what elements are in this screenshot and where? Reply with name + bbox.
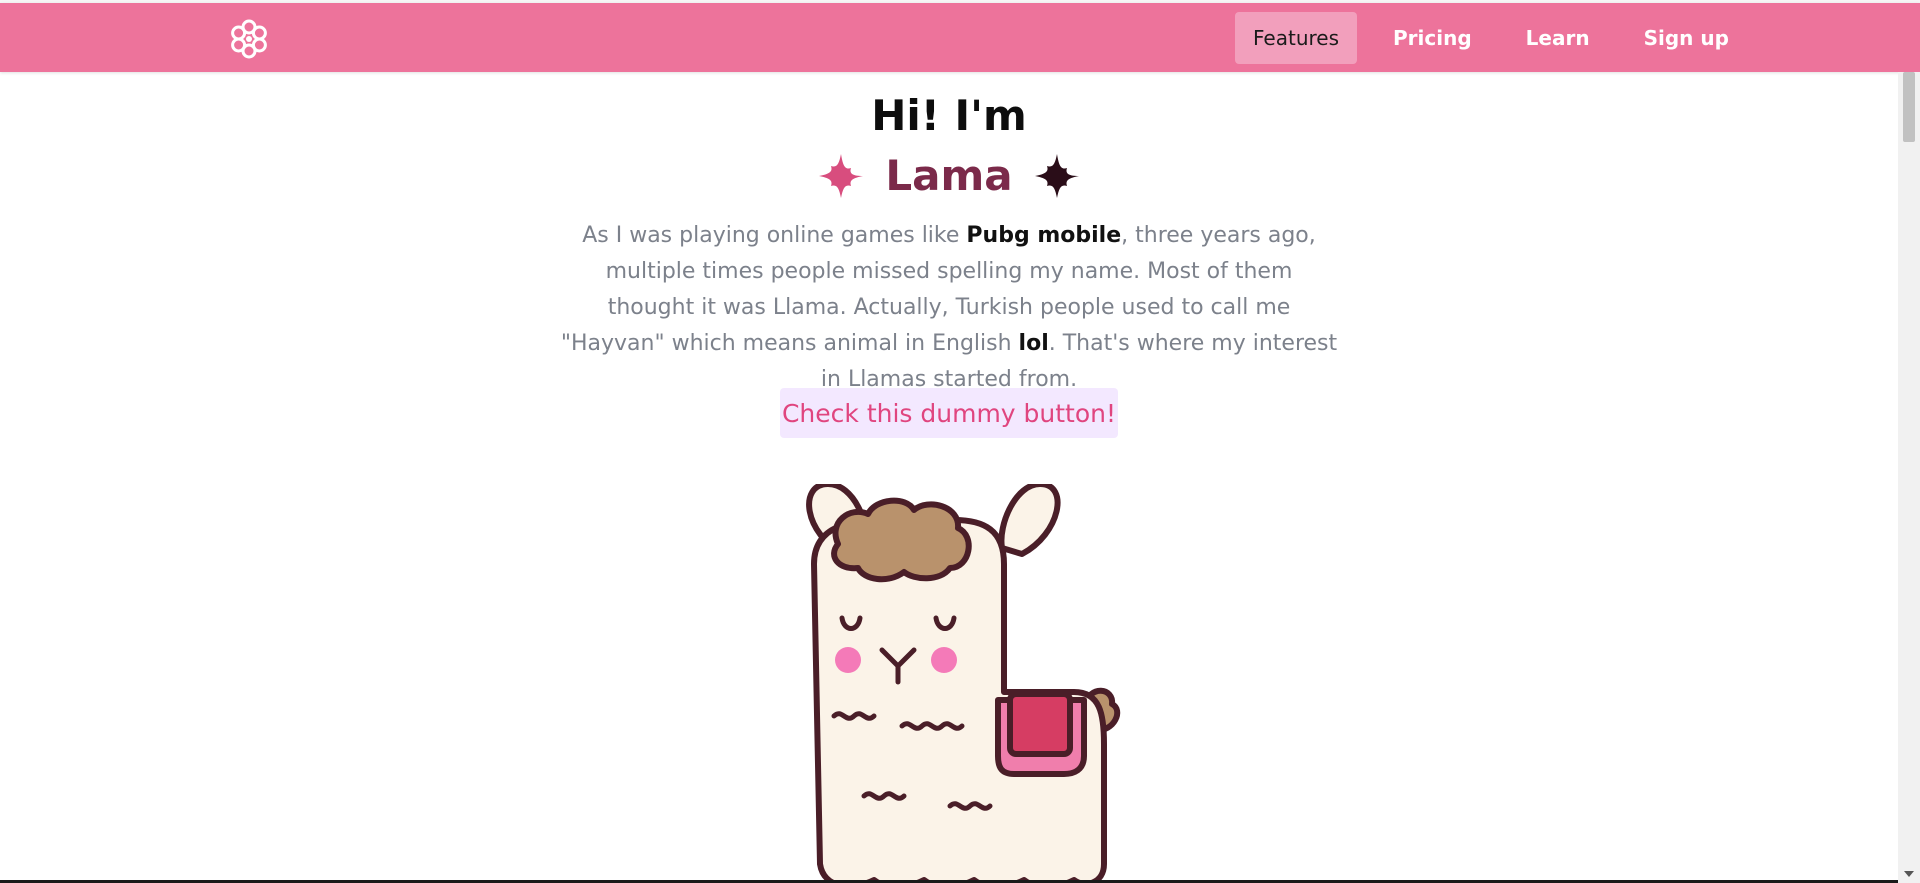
scrollbar-thumb[interactable] — [1903, 72, 1915, 142]
hero-greeting: Hi! I'm — [871, 91, 1027, 140]
sparkle-icon — [819, 154, 864, 198]
llama-illustration — [806, 484, 1121, 883]
hero-name-row: Lama — [0, 148, 1898, 204]
nav-menu: Features Pricing Learn Sign up — [1235, 12, 1765, 64]
page: Features Pricing Learn Sign up Hi! I'm L… — [0, 0, 1920, 883]
hero-name: Lama — [885, 151, 1013, 200]
nav-item-label: Learn — [1525, 26, 1590, 50]
main-content: Hi! I'm Lama As I was playing online gam… — [0, 72, 1898, 883]
flower-icon[interactable] — [228, 18, 270, 60]
dummy-button[interactable]: Check this dummy button! — [780, 388, 1118, 438]
intro-bold-text: lol — [1018, 331, 1049, 356]
nav-item-learn[interactable]: Learn — [1508, 12, 1608, 64]
nav-item-pricing[interactable]: Pricing — [1375, 12, 1490, 64]
intro-text: As I was playing online games like — [582, 223, 967, 248]
hero-intro: As I was playing online games like Pubg … — [560, 218, 1338, 398]
navbar: Features Pricing Learn Sign up — [0, 3, 1920, 72]
nav-item-features[interactable]: Features — [1235, 12, 1357, 64]
vertical-scrollbar[interactable] — [1898, 72, 1920, 883]
nav-item-label: Pricing — [1393, 26, 1472, 50]
nav-item-label: Sign up — [1643, 26, 1729, 50]
intro-bold-text: Pubg mobile — [966, 223, 1122, 248]
nav-item-sign-up[interactable]: Sign up — [1626, 12, 1747, 64]
scroll-down-arrow-icon[interactable] — [1904, 871, 1914, 877]
sparkle-icon — [1034, 154, 1079, 198]
nav-item-label: Features — [1253, 26, 1339, 50]
